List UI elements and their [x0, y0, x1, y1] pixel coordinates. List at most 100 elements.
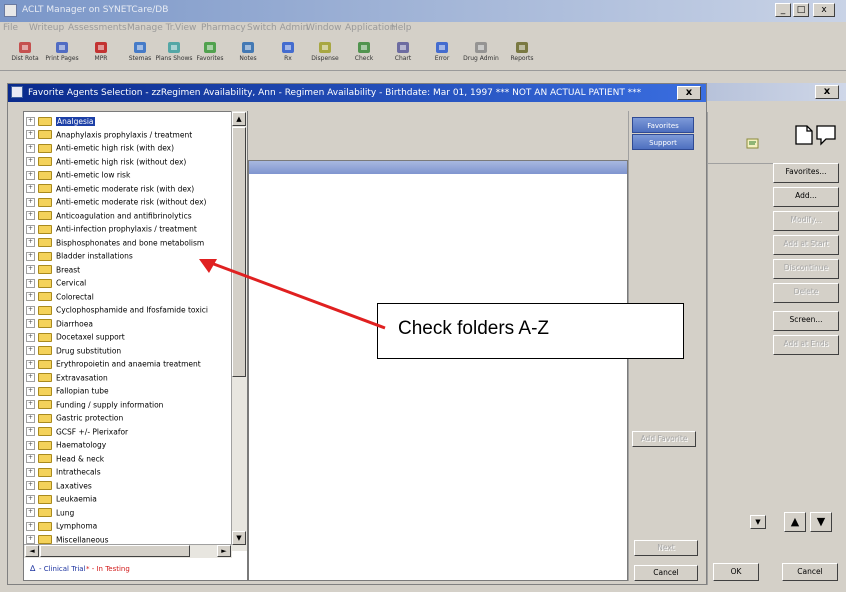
tree-item[interactable]: + Cyclophosphamide and Ifosfamide toxici — [26, 304, 208, 315]
tree-item[interactable]: + Anti-emetic high risk (without dex) — [26, 156, 186, 167]
vertical-scroll-thumb[interactable] — [232, 127, 246, 377]
toolbar-button-error[interactable]: Error — [420, 40, 464, 70]
horizontal-scroll-thumb[interactable] — [40, 545, 190, 557]
tree-item[interactable]: + Anti-emetic high risk (with dex) — [26, 142, 174, 153]
bg-button-favorites[interactable]: Favorites... — [773, 163, 839, 183]
expand-icon[interactable]: + — [26, 305, 35, 315]
expand-icon[interactable]: + — [26, 319, 35, 328]
expand-icon[interactable]: + — [26, 224, 35, 234]
tree-item[interactable]: + Laxatives — [26, 480, 92, 491]
expand-icon[interactable]: + — [26, 197, 35, 207]
tree-item[interactable]: + Anti-emetic moderate risk (with dex) — [26, 183, 194, 194]
agents-list-panel[interactable] — [248, 160, 628, 581]
toolbar-button-dispense[interactable]: Dispense — [303, 40, 347, 70]
tree-item[interactable]: + Extravasation — [26, 372, 108, 383]
tree-item[interactable]: + Intrathecals — [26, 466, 101, 477]
add-favorite-button[interactable]: Add Favorite — [632, 431, 696, 447]
close-button[interactable]: x — [813, 3, 835, 17]
tree-item[interactable]: + Erythropoietin and anaemia treatment — [26, 358, 201, 369]
ok-button[interactable]: OK — [713, 563, 759, 581]
expand-icon[interactable]: + — [26, 508, 35, 517]
tree-item[interactable]: + Funding / supply information — [26, 399, 163, 410]
expand-icon[interactable]: + — [26, 373, 35, 382]
tree-item[interactable]: + Miscellaneous — [26, 534, 109, 545]
expand-icon[interactable]: + — [26, 332, 35, 342]
expand-icon[interactable]: + — [26, 400, 35, 409]
bg-button-delete[interactable]: Delete — [773, 283, 839, 303]
bg-button-modify[interactable]: Modify... — [773, 211, 839, 231]
menu-item-window[interactable]: Window — [306, 23, 342, 33]
menu-item-help[interactable]: Help — [391, 23, 412, 33]
toolbar-button-reports[interactable]: Reports — [500, 40, 544, 70]
chevron-down-icon[interactable]: ▼ — [750, 515, 766, 529]
expand-icon[interactable]: + — [26, 494, 35, 504]
tree-item[interactable]: + Lung — [26, 507, 74, 518]
tree-item[interactable]: + Anti-emetic moderate risk (without dex) — [26, 196, 206, 207]
tab-favorites[interactable]: Favorites — [632, 117, 694, 133]
expand-icon[interactable]: + — [26, 454, 35, 463]
folder-tree[interactable]: + Analgesia + Anaphylaxis prophylaxis / tre… — [23, 111, 248, 581]
toolbar-button-mpr[interactable]: MPR — [79, 40, 123, 70]
tree-item[interactable]: + Anticoagulation and antifibrinolytics — [26, 210, 192, 221]
tab-support[interactable]: Support — [632, 134, 694, 150]
bg-button-add-at-ends[interactable]: Add at Ends — [773, 335, 839, 355]
tree-item[interactable]: + Diarrhoea — [26, 318, 93, 329]
menu-item-view[interactable]: View — [175, 23, 196, 33]
scroll-left-button[interactable]: ◄ — [25, 545, 39, 557]
expand-icon[interactable]: + — [26, 386, 35, 396]
bg-button-discontinue[interactable]: Discontinue — [773, 259, 839, 279]
minimize-button[interactable]: _ — [775, 3, 791, 17]
toolbar-button-drug-admin[interactable]: Drug Admin — [459, 40, 503, 70]
tree-item[interactable]: + Fallopian tube — [26, 385, 109, 396]
expand-icon[interactable]: + — [26, 292, 35, 301]
tree-item[interactable]: + Cervical — [26, 277, 86, 288]
note-icon[interactable] — [746, 138, 760, 150]
toolbar-button-check[interactable]: Check — [342, 40, 386, 70]
next-button[interactable]: Next — [634, 540, 698, 556]
scroll-up-button[interactable]: ▲ — [232, 112, 246, 126]
tree-item[interactable]: + Bladder installations — [26, 250, 133, 261]
maximize-button[interactable]: □ — [793, 3, 809, 17]
expand-icon[interactable]: + — [26, 481, 35, 490]
expand-icon[interactable]: + — [26, 413, 35, 423]
expand-icon[interactable]: + — [26, 211, 35, 220]
expand-icon[interactable]: + — [26, 521, 35, 531]
bg-button-add-at-start[interactable]: Add at Start — [773, 235, 839, 255]
expand-icon[interactable]: + — [26, 238, 35, 247]
background-cancel-button[interactable]: Cancel — [782, 563, 838, 581]
toolbar-button-notes[interactable]: Notes — [226, 40, 270, 70]
expand-icon[interactable]: + — [26, 359, 35, 369]
expand-icon[interactable]: + — [26, 116, 35, 126]
menu-item-pharmacy[interactable]: Pharmacy — [201, 23, 246, 33]
expand-icon[interactable]: + — [26, 467, 35, 477]
tree-item[interactable]: + Anti-infection prophylaxis / treatment — [26, 223, 197, 234]
menu-item-writeup[interactable]: Writeup — [29, 23, 64, 33]
background-dropdown[interactable]: ▼ — [707, 515, 773, 529]
tree-item[interactable]: + Head & neck — [26, 453, 104, 464]
expand-icon[interactable]: + — [26, 251, 35, 261]
scroll-down-button[interactable]: ▼ — [232, 531, 246, 545]
tree-item[interactable]: + Analgesia — [26, 115, 95, 126]
background-window-close-button[interactable]: x — [815, 85, 839, 99]
expand-icon[interactable]: + — [26, 346, 35, 355]
bg-button-add[interactable]: Add... — [773, 187, 839, 207]
expand-icon[interactable]: + — [26, 157, 35, 166]
toolbar-button-print-pages[interactable]: Print Pages — [40, 40, 84, 70]
expand-icon[interactable]: + — [26, 170, 35, 180]
expand-icon[interactable]: + — [26, 535, 35, 544]
tree-item[interactable]: + GCSF +/- Plerixafor — [26, 426, 128, 437]
menu-item-application[interactable]: Application — [345, 23, 395, 33]
comment-icon[interactable] — [815, 124, 837, 146]
toolbar-button-chart[interactable]: Chart — [381, 40, 425, 70]
tree-item[interactable]: + Docetaxel support — [26, 331, 125, 342]
menu-item-assessments[interactable]: Assessments — [68, 23, 127, 33]
tree-item[interactable]: + Anti-emetic low risk — [26, 169, 130, 180]
tree-item[interactable]: + Bisphosphonates and bone metabolism — [26, 237, 204, 248]
dialog-cancel-button[interactable]: Cancel — [634, 565, 698, 581]
expand-icon[interactable]: + — [26, 130, 35, 139]
tree-item[interactable]: + Haematology — [26, 439, 106, 450]
expand-icon[interactable]: + — [26, 143, 35, 153]
scroll-right-button[interactable]: ► — [217, 545, 231, 557]
expand-icon[interactable]: + — [26, 440, 35, 450]
move-up-button[interactable]: ▲ — [784, 512, 806, 532]
